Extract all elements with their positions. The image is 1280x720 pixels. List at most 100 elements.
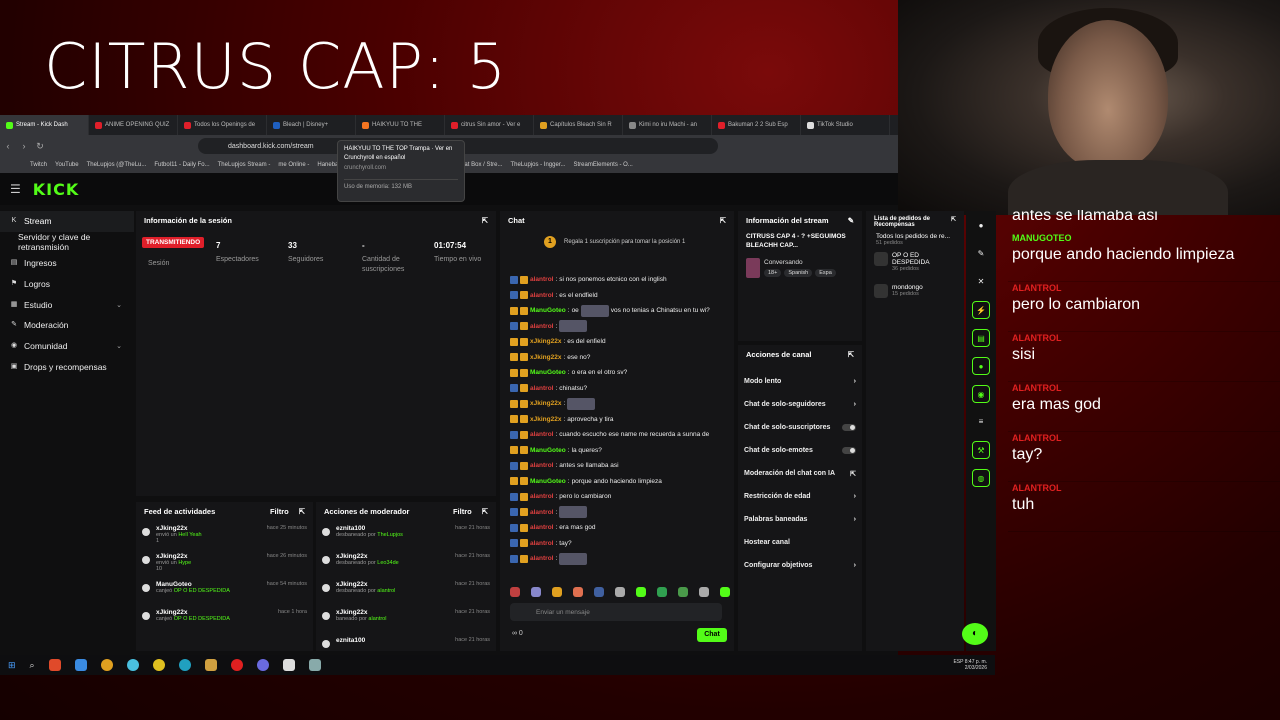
browser-tab[interactable]: Todos los Openings de: [178, 115, 267, 135]
app-icon[interactable]: [308, 659, 321, 671]
browser-tab[interactable]: Capítulos Bleach Sin R: [534, 115, 623, 135]
chrome-icon[interactable]: [126, 659, 139, 671]
stream-tag[interactable]: 18+: [764, 269, 782, 277]
bookmark-item[interactable]: me Online -: [278, 162, 309, 168]
toggle-switch[interactable]: [842, 424, 856, 431]
chat-bubble-icon[interactable]: ●: [972, 357, 990, 375]
emote-icon[interactable]: [720, 587, 730, 597]
emote-icon[interactable]: [531, 587, 541, 597]
bookmark-item[interactable]: Futbol11 - Daily Fo...: [154, 162, 209, 168]
activity-item[interactable]: xJking22x envió un Hype 10 hace 26 minutos: [136, 549, 313, 577]
popout-icon[interactable]: ⇱: [299, 507, 305, 516]
chat-message[interactable]: alantrol: tay?: [510, 536, 730, 552]
channel-action[interactable]: Restricción de edad ›: [738, 485, 862, 508]
chat-message[interactable]: alantrol:: [510, 551, 730, 567]
sidebar-item[interactable]: ✎ Moderación: [0, 315, 134, 336]
sidebar-item[interactable]: ▦ Estudio ⌄: [0, 294, 134, 315]
browser-tab[interactable]: Kimi no iru Machi - an: [623, 115, 712, 135]
activity-item[interactable]: ManuGoteo canjeó OP O ED DESPEDIDA hace 54…: [136, 577, 313, 605]
close-icon[interactable]: ✕: [972, 273, 990, 291]
chat-message[interactable]: alantrol: pero lo cambiaron: [510, 489, 730, 505]
chat-message[interactable]: alantrol: si nos ponemos etcnico con el i…: [510, 272, 730, 288]
reload-icon[interactable]: ↻: [32, 141, 48, 152]
chat-message[interactable]: ManuGoteo: porque ando haciendo limpieza: [510, 474, 730, 490]
chat-username[interactable]: ManuGoteo: [530, 474, 566, 490]
sidebar-item[interactable]: ▣ Drops y recompensas: [0, 357, 134, 378]
popout-icon[interactable]: ⇱: [848, 350, 854, 359]
brave-icon[interactable]: [48, 659, 61, 671]
browser-tab[interactable]: HAIKYUU TO THE: [356, 115, 445, 135]
chat-message[interactable]: alantrol: era mas god: [510, 520, 730, 536]
emote-icon[interactable]: [636, 587, 646, 597]
bookmark-item[interactable]: TheLupjos - Ingger...: [510, 162, 565, 168]
chat-username[interactable]: xJking22x: [530, 412, 561, 428]
menu-icon[interactable]: ☰: [10, 182, 21, 196]
app-icon[interactable]: [230, 659, 243, 671]
chat-username[interactable]: xJking22x: [530, 350, 561, 366]
channel-action[interactable]: Palabras baneadas ›: [738, 508, 862, 531]
bookmark-item[interactable]: StreamElements - O...: [574, 162, 633, 168]
kick-logo[interactable]: KICK: [33, 180, 80, 199]
filter-button[interactable]: Filtro: [453, 507, 472, 516]
chat-username[interactable]: alantrol: [530, 272, 553, 288]
pen-icon[interactable]: ✎: [972, 245, 990, 263]
popout-icon[interactable]: ⇱: [482, 216, 488, 225]
chat-message[interactable]: alantrol:: [510, 505, 730, 521]
chat-username[interactable]: alantrol: [530, 458, 553, 474]
edge-icon[interactable]: [178, 659, 191, 671]
emote-icon[interactable]: [552, 587, 562, 597]
lightning-icon[interactable]: ⚡: [972, 301, 990, 319]
stream-tag[interactable]: Spanish: [784, 269, 813, 277]
broadcast-icon[interactable]: ◉: [972, 385, 990, 403]
chat-username[interactable]: alantrol: [530, 505, 553, 521]
chat-username[interactable]: alantrol: [530, 427, 553, 443]
emote-icon[interactable]: [657, 587, 667, 597]
clipboard-icon[interactable]: ▤: [972, 329, 990, 347]
emote-icon[interactable]: [699, 587, 709, 597]
list-icon[interactable]: ≡: [972, 413, 990, 431]
mod-action-item[interactable]: eznita100 desbaneado por TheLupjos hace 21…: [316, 521, 496, 549]
chrome-icon[interactable]: [152, 659, 165, 671]
chat-username[interactable]: xJking22x: [530, 334, 561, 350]
users-icon[interactable]: ◍: [972, 469, 990, 487]
sidebar-item[interactable]: ◉ Comunidad ⌄: [0, 336, 134, 357]
folder-icon[interactable]: [204, 659, 217, 671]
chat-username[interactable]: alantrol: [530, 489, 553, 505]
popout-icon[interactable]: ⇱: [720, 216, 726, 225]
browser-tab[interactable]: ANIME OPENING QUIZ: [89, 115, 178, 135]
chat-message[interactable]: alantrol:: [510, 319, 730, 335]
emote-icon[interactable]: [594, 587, 604, 597]
chat-username[interactable]: alantrol: [530, 520, 553, 536]
chat-username[interactable]: alantrol: [530, 288, 553, 304]
chat-message[interactable]: ManuGoteo: oe vos no tenias a Chinatsu en …: [510, 303, 730, 319]
obs-icon[interactable]: [256, 659, 269, 671]
chat-message[interactable]: xJking22x: es del enfield: [510, 334, 730, 350]
chat-input[interactable]: Enviar un mensaje: [510, 603, 722, 621]
emote-icon[interactable]: [678, 587, 688, 597]
activity-item[interactable]: xJking22x canjeó OP O ED DESPEDIDA hace 1 …: [136, 605, 313, 633]
mod-action-item[interactable]: xJking22x desbaneado por Leo34de hace 21 h…: [316, 549, 496, 577]
sidebar-item[interactable]: K Stream: [0, 211, 134, 232]
system-tray[interactable]: ESP 8:47 p. m. 2/03/2026: [953, 659, 987, 671]
mod-action-item[interactable]: xJking22x desbaneado por alantrol hace 21 …: [316, 577, 496, 605]
chat-username[interactable]: ManuGoteo: [530, 443, 566, 459]
chat-username[interactable]: alantrol: [530, 381, 553, 397]
forward-icon[interactable]: ›: [16, 141, 32, 151]
popout-icon[interactable]: ⇱: [482, 507, 488, 516]
chrome-icon[interactable]: [100, 659, 113, 671]
reward-item[interactable]: OP O ED DESPEDIDA 36 pedidos: [866, 246, 964, 278]
chat-username[interactable]: ManuGoteo: [530, 303, 566, 319]
channel-action[interactable]: Moderación del chat con IA ⇱: [738, 462, 862, 485]
emote-icon[interactable]: [510, 587, 520, 597]
chat-message[interactable]: alantrol: antes se llamaba asi: [510, 458, 730, 474]
chat-message[interactable]: xJking22x:: [510, 396, 730, 412]
app-icon[interactable]: [282, 659, 295, 671]
emote-icon[interactable]: [615, 587, 625, 597]
channel-action[interactable]: Modo lento ›: [738, 370, 862, 393]
reward-item[interactable]: mondongo 15 pedidos: [866, 278, 964, 304]
channel-action[interactable]: Hostear canal: [738, 531, 862, 554]
filter-button[interactable]: Filtro: [270, 507, 289, 516]
chat-username[interactable]: xJking22x: [530, 396, 561, 412]
toggle-switch[interactable]: [842, 447, 856, 454]
chat-message[interactable]: alantrol: es el endfield: [510, 288, 730, 304]
